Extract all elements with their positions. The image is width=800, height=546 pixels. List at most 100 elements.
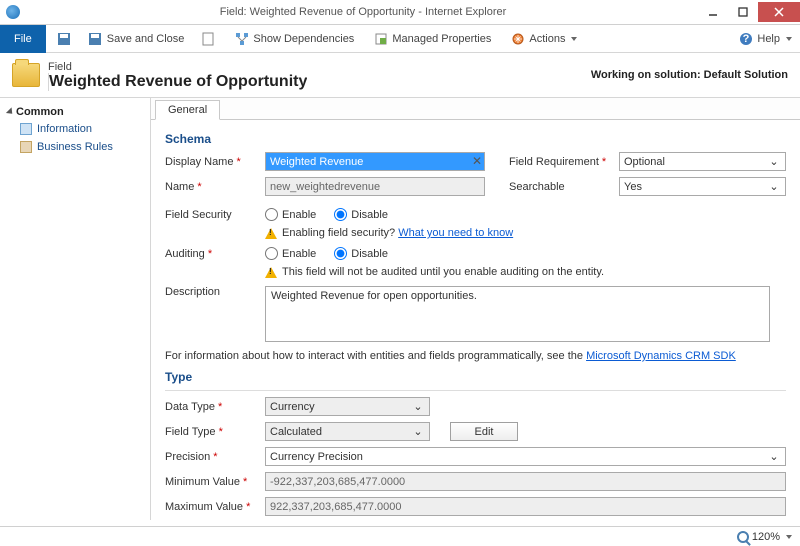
ie-icon xyxy=(6,5,20,19)
clear-icon[interactable]: ✕ xyxy=(472,154,482,168)
sidebar-group-common[interactable]: Common xyxy=(4,104,146,120)
display-name-input[interactable] xyxy=(265,152,485,171)
window-title: Field: Weighted Revenue of Opportunity -… xyxy=(28,6,698,18)
select-value: Calculated xyxy=(270,426,322,438)
body: Common Information Business Rules Genera… xyxy=(0,97,800,520)
edit-button[interactable]: Edit xyxy=(450,422,518,441)
field-type-label: Field Type xyxy=(165,426,265,438)
enable-label: Enable xyxy=(282,209,316,221)
searchable-select[interactable]: Yes⌄ xyxy=(619,177,786,196)
field-security-label: Field Security xyxy=(165,209,265,221)
fs-warning: Enabling field security? What you need t… xyxy=(265,227,786,239)
audit-enable-option[interactable]: Enable xyxy=(265,247,316,260)
warning-icon xyxy=(265,228,277,239)
auditing-label: Auditing xyxy=(165,248,265,260)
new-button[interactable] xyxy=(192,26,223,52)
tab-label: General xyxy=(168,104,207,116)
enable-label: Enable xyxy=(282,248,316,260)
close-button[interactable] xyxy=(758,2,800,22)
precision-select[interactable]: Currency Precision ⌄ xyxy=(265,447,786,466)
file-menu[interactable]: File xyxy=(0,25,46,53)
max-value-input xyxy=(265,497,786,516)
managed-properties-button[interactable]: Managed Properties xyxy=(365,26,499,52)
sdk-info: For information about how to interact wi… xyxy=(165,350,786,362)
title-bar: Field: Weighted Revenue of Opportunity -… xyxy=(0,0,800,25)
actions-menu[interactable]: Actions xyxy=(502,26,585,52)
tab-general[interactable]: General xyxy=(155,100,220,120)
audit-disable-radio[interactable] xyxy=(334,247,347,260)
min-value-label: Minimum Value xyxy=(165,476,265,488)
managed-icon xyxy=(373,31,388,46)
actions-icon xyxy=(510,31,525,46)
select-value: Optional xyxy=(624,156,665,168)
audit-warning: This field will not be audited until you… xyxy=(265,266,786,278)
status-bar: 120% xyxy=(0,526,800,546)
chevron-down-icon[interactable] xyxy=(786,535,792,539)
section-type-title: Type xyxy=(165,370,786,384)
disable-label: Disable xyxy=(351,209,388,221)
help-label: Help xyxy=(757,33,780,45)
rules-icon xyxy=(20,141,32,153)
chevron-down-icon: ⌄ xyxy=(767,450,781,463)
managed-label: Managed Properties xyxy=(392,33,491,45)
zoom-level: 120% xyxy=(752,531,780,543)
fs-disable-option[interactable]: Disable xyxy=(334,208,388,221)
audit-disable-option[interactable]: Disable xyxy=(334,247,388,260)
field-type-select[interactable]: Calculated ⌄ xyxy=(265,422,430,441)
sidebar-group-label: Common xyxy=(16,106,64,118)
max-value-label: Maximum Value xyxy=(165,501,265,513)
sidebar-item-label: Information xyxy=(37,123,92,135)
save-button[interactable] xyxy=(49,26,80,52)
precision-label: Precision xyxy=(165,451,265,463)
actions-label: Actions xyxy=(529,33,565,45)
data-type-select[interactable]: Currency⌄ xyxy=(265,397,430,416)
fs-warn-text: Enabling field security? xyxy=(282,227,398,239)
divider xyxy=(165,390,786,391)
chevron-down-icon: ⌄ xyxy=(411,425,425,438)
fs-enable-option[interactable]: Enable xyxy=(265,208,316,221)
select-value: Currency Precision xyxy=(270,451,363,463)
sdk-prefix: For information about how to interact wi… xyxy=(165,350,586,362)
help-icon: ? xyxy=(738,31,753,46)
disable-label: Disable xyxy=(351,248,388,260)
sidebar-item-business-rules[interactable]: Business Rules xyxy=(4,138,146,156)
fs-enable-radio[interactable] xyxy=(265,208,278,221)
new-icon xyxy=(200,31,215,46)
warning-icon xyxy=(265,267,277,278)
field-requirement-select[interactable]: Optional⌄ xyxy=(619,152,786,171)
page-header: Field Weighted Revenue of Opportunity Wo… xyxy=(0,53,800,97)
name-label: Name xyxy=(165,181,265,193)
form: Schema Display Name ✕ Name xyxy=(151,120,800,520)
field-requirement-label: Field Requirement xyxy=(509,156,619,168)
save-close-icon xyxy=(88,31,103,46)
section-schema-title: Schema xyxy=(165,132,786,146)
chevron-down-icon xyxy=(571,37,577,41)
minimize-button[interactable] xyxy=(698,2,728,22)
breadcrumb: Field xyxy=(48,61,307,73)
maximize-button[interactable] xyxy=(728,2,758,22)
audit-enable-radio[interactable] xyxy=(265,247,278,260)
select-value: Currency xyxy=(270,401,315,413)
fs-disable-radio[interactable] xyxy=(334,208,347,221)
file-label: File xyxy=(14,33,32,45)
page-title: Weighted Revenue of Opportunity xyxy=(48,73,307,91)
fs-warn-link[interactable]: What you need to know xyxy=(398,227,513,239)
help-menu[interactable]: ? Help xyxy=(730,26,800,52)
svg-text:?: ? xyxy=(743,33,750,45)
sidebar-item-information[interactable]: Information xyxy=(4,120,146,138)
save-and-close-button[interactable]: Save and Close xyxy=(80,26,193,52)
display-name-label: Display Name xyxy=(165,156,265,168)
description-input[interactable] xyxy=(265,286,770,342)
edit-label: Edit xyxy=(475,426,494,438)
description-label: Description xyxy=(165,286,265,298)
sidebar-item-label: Business Rules xyxy=(37,141,113,153)
main-panel: General Schema Display Name ✕ Name xyxy=(150,98,800,520)
select-value: Yes xyxy=(624,181,642,193)
save-close-label: Save and Close xyxy=(107,33,185,45)
sdk-link[interactable]: Microsoft Dynamics CRM SDK xyxy=(586,350,736,362)
show-dependencies-button[interactable]: Show Dependencies xyxy=(226,26,362,52)
ribbon: File Save and Close Show Dependencies Ma… xyxy=(0,25,800,53)
info-icon xyxy=(20,123,32,135)
save-icon xyxy=(57,31,72,46)
expand-icon xyxy=(6,107,15,116)
